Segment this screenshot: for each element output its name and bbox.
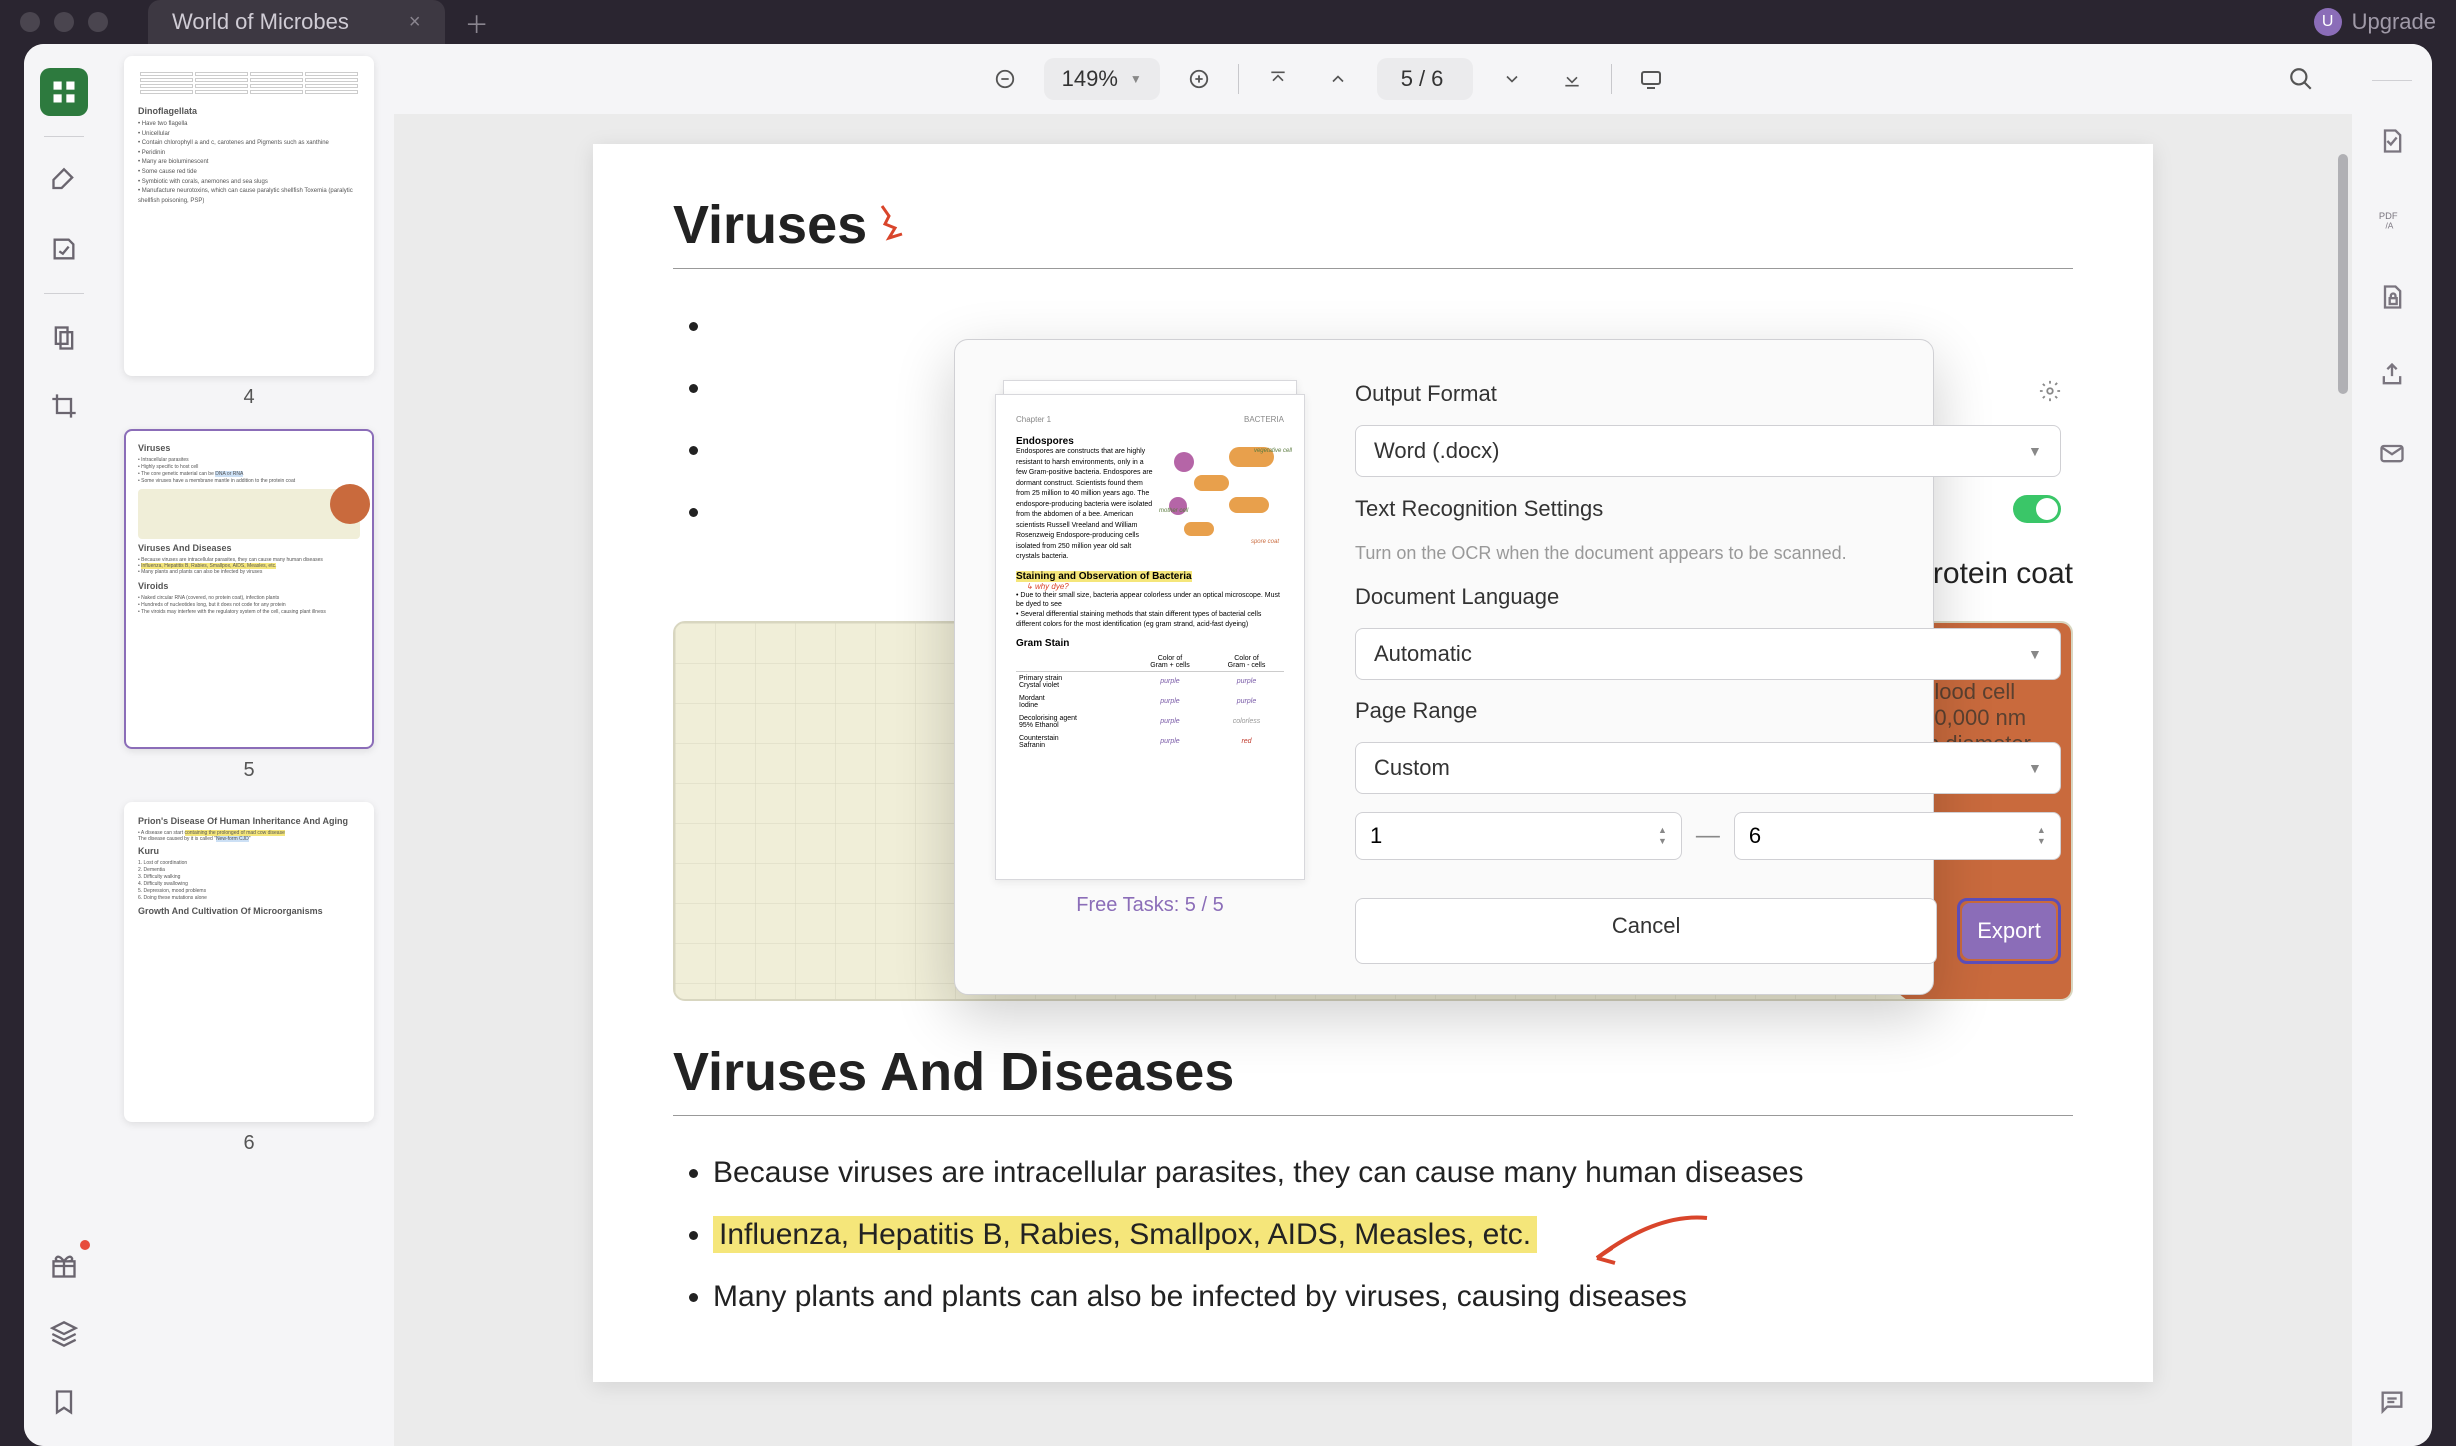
app-window: Dinoflagellata • Have two flagella• Unic… [24, 44, 2432, 1446]
arrow-annotation [1577, 1208, 1717, 1288]
titlebar: World of Microbes × ＋ U Upgrade [0, 0, 2456, 44]
document-tab[interactable]: World of Microbes × [148, 0, 445, 44]
email-icon[interactable] [2368, 429, 2416, 477]
diseases-bullet-list: Because viruses are intracellular parasi… [673, 1146, 2073, 1324]
protect-icon[interactable] [2368, 273, 2416, 321]
ocr-hint: Turn on the OCR when the document appear… [1355, 541, 2061, 566]
zoom-in-button[interactable] [1178, 58, 1220, 100]
thumbnails-view-icon[interactable] [40, 68, 88, 116]
window-controls [20, 12, 108, 32]
export-form: Output Format Word (.docx) ▼ Text Recogn… [1355, 380, 2061, 964]
main-area: 149% ▼ 5/6 Viruses [394, 44, 2352, 1446]
cancel-button[interactable]: Cancel [1355, 898, 1937, 964]
right-rail: PDF/A [2352, 44, 2432, 1446]
new-tab-button[interactable]: ＋ [465, 5, 489, 40]
squiggle-annotation [877, 196, 927, 254]
heading-viruses: Viruses [673, 194, 2073, 256]
export-modal: Chapter 1BACTERIA Endospores Endospores … [954, 339, 1934, 995]
settings-gear-icon[interactable] [2039, 380, 2061, 407]
thumbnail-number: 4 [124, 386, 374, 409]
close-window-button[interactable] [20, 12, 40, 32]
free-tasks-label: Free Tasks: 5 / 5 [1076, 894, 1223, 917]
thumbnail-number: 6 [124, 1132, 374, 1155]
convert-icon[interactable] [2368, 117, 2416, 165]
thumbnail-number: 5 [124, 759, 374, 782]
zoom-value: 149% [1062, 66, 1118, 92]
user-avatar: U [2314, 8, 2342, 36]
zoom-select[interactable]: 149% ▼ [1044, 58, 1160, 100]
thumbnail-page-5[interactable]: Viruses • Intracellular parasites• Highl… [124, 429, 374, 782]
tab-title: World of Microbes [172, 9, 349, 35]
export-button[interactable]: Export [1962, 903, 2056, 959]
search-button[interactable] [2280, 58, 2322, 100]
pages-tool-icon[interactable] [40, 314, 88, 362]
language-select[interactable]: Automatic ▼ [1355, 628, 2061, 680]
page-indicator[interactable]: 5/6 [1377, 58, 1474, 100]
first-page-button[interactable] [1257, 58, 1299, 100]
toolbar: 149% ▼ 5/6 [394, 44, 2352, 114]
upgrade-button[interactable]: U Upgrade [2314, 8, 2436, 36]
left-rail [24, 44, 104, 1446]
annotate-tool-icon[interactable] [40, 225, 88, 273]
export-preview: Chapter 1BACTERIA Endospores Endospores … [995, 380, 1305, 964]
range-to-stepper[interactable]: ▲▼ [1734, 812, 2061, 860]
page-range-select[interactable]: Custom ▼ [1355, 742, 2061, 794]
svg-text:/A: /A [2385, 220, 2393, 230]
output-format-label: Output Format [1355, 381, 1497, 407]
ocr-toggle[interactable] [2013, 495, 2061, 523]
last-page-button[interactable] [1551, 58, 1593, 100]
page-range-label: Page Range [1355, 698, 2061, 724]
gift-icon[interactable] [40, 1242, 88, 1290]
zoom-out-button[interactable] [984, 58, 1026, 100]
comment-icon[interactable] [2368, 1378, 2416, 1426]
prev-page-button[interactable] [1317, 58, 1359, 100]
range-to-input[interactable] [1749, 823, 2037, 849]
pdfa-icon[interactable]: PDF/A [2368, 195, 2416, 243]
upgrade-label: Upgrade [2352, 9, 2436, 35]
tab-close-button[interactable]: × [409, 11, 421, 34]
next-page-button[interactable] [1491, 58, 1533, 100]
scrollbar[interactable] [2338, 114, 2350, 1446]
range-from-input[interactable] [1370, 823, 1658, 849]
bookmark-icon[interactable] [40, 1378, 88, 1426]
layers-icon[interactable] [40, 1310, 88, 1358]
maximize-window-button[interactable] [88, 12, 108, 32]
crop-tool-icon[interactable] [40, 382, 88, 430]
share-icon[interactable] [2368, 351, 2416, 399]
minimize-window-button[interactable] [54, 12, 74, 32]
thumbnail-page-6[interactable]: Prion's Disease Of Human Inheritance And… [124, 802, 374, 1155]
ocr-label: Text Recognition Settings [1355, 496, 1603, 522]
thumbnail-page-4[interactable]: Dinoflagellata • Have two flagella• Unic… [124, 56, 374, 409]
range-from-stepper[interactable]: ▲▼ [1355, 812, 1682, 860]
language-label: Document Language [1355, 584, 2061, 610]
presentation-button[interactable] [1630, 58, 1672, 100]
highlighted-text: Influenza, Hepatitis B, Rabies, Smallpox… [713, 1216, 1537, 1253]
highlight-tool-icon[interactable] [40, 157, 88, 205]
heading-diseases: Viruses And Diseases [673, 1041, 2073, 1103]
output-format-select[interactable]: Word (.docx) ▼ [1355, 425, 2061, 477]
thumbnails-panel[interactable]: Dinoflagellata • Have two flagella• Unic… [104, 44, 394, 1446]
